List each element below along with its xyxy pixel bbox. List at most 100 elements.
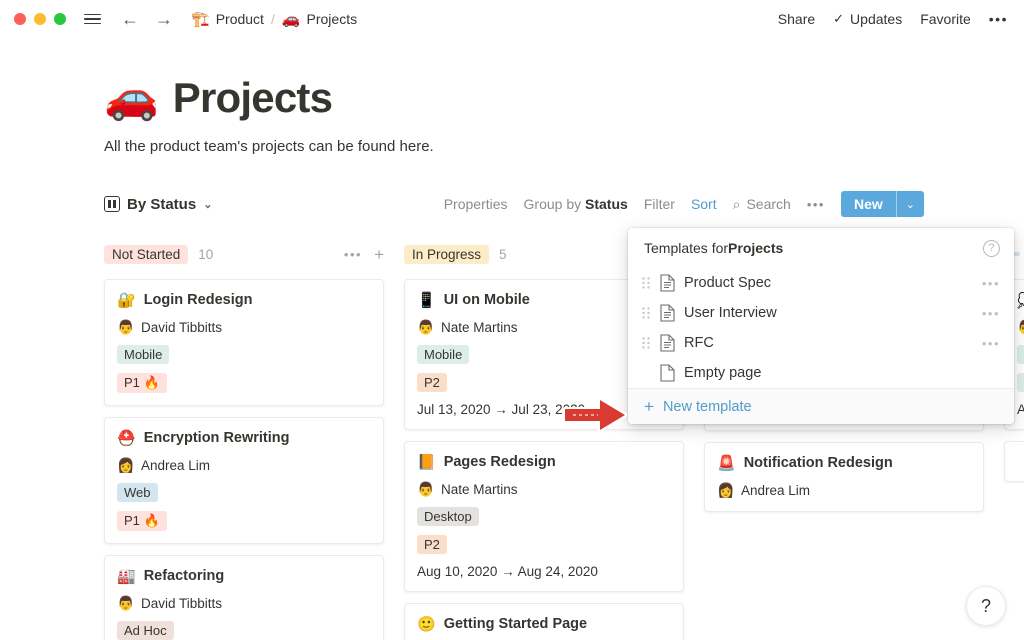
avatar: 👩 xyxy=(717,482,733,499)
filter-button[interactable]: Filter xyxy=(644,196,675,212)
new-button[interactable]: New xyxy=(841,191,896,217)
column-more-icon[interactable]: ••• xyxy=(344,247,362,262)
breadcrumb-item-projects[interactable]: 🚗 Projects xyxy=(282,10,357,28)
templates-popup: Templates for Projects ? Product Spec •••… xyxy=(628,228,1014,424)
breadcrumb-separator: / xyxy=(270,11,276,27)
column-add-card-icon[interactable]: + xyxy=(374,246,384,263)
card-tag[interactable]: Mobile xyxy=(417,345,469,364)
page-emoji-car-icon[interactable]: 🚗 xyxy=(104,76,159,120)
breadcrumb-item-product[interactable]: 🏗️ Product xyxy=(191,10,264,28)
card-tag[interactable]: P2 xyxy=(417,535,447,554)
sort-button[interactable]: Sort xyxy=(691,196,717,212)
kanban-card[interactable]: ⛑️ Encryption Rewriting 👩Andrea Lim Web P1 🔥 xyxy=(104,417,384,544)
templates-popup-header: Templates for Projects ? xyxy=(628,228,1014,268)
card-tag[interactable]: P1 🔥 xyxy=(117,373,167,393)
updates-label: Updates xyxy=(850,11,902,27)
drag-handle-icon[interactable] xyxy=(638,307,654,319)
nav-arrows: ← → xyxy=(121,10,173,28)
card-emoji-icon: 📱 xyxy=(417,291,436,309)
document-icon xyxy=(654,274,680,292)
card-title: 💭C xyxy=(1017,291,1024,309)
card-title: 🚨Notification Redesign xyxy=(717,454,971,472)
search-button[interactable]: ⌕ Search xyxy=(733,196,791,213)
card-tag[interactable]: Desktop xyxy=(417,507,479,526)
kanban-card[interactable]: 🏭Refactoring👨David TibbittsAd HocP1 🔥 xyxy=(104,555,384,640)
card-tag[interactable]: P1 🔥 xyxy=(117,511,167,531)
card-tag[interactable]: P4 xyxy=(1017,373,1024,392)
card-tag[interactable]: Mobile xyxy=(117,345,169,364)
column-status-chip[interactable]: Not Started xyxy=(104,245,188,264)
toolbar-actions: Properties Group by Status Filter Sort ⌕… xyxy=(444,191,924,217)
card-date-range: Aug 10, 2020 → Aug 24, 2020 xyxy=(417,564,671,579)
more-options-icon[interactable]: ••• xyxy=(989,11,1008,27)
back-arrow-icon[interactable]: ← xyxy=(121,10,139,28)
kanban-card[interactable]: N xyxy=(1004,441,1024,482)
share-button[interactable]: Share xyxy=(778,11,815,27)
card-emoji-icon: ⛑️ xyxy=(117,429,136,447)
page-header: 🚗 Projects All the product team's projec… xyxy=(0,38,1024,155)
card-assignee-name: David Tibbitts xyxy=(141,320,222,335)
card-assignee: 👨S xyxy=(1017,319,1024,336)
kanban-card[interactable]: 📙Pages Redesign👨Nate MartinsDesktopP2Aug… xyxy=(404,441,684,592)
board-view-icon xyxy=(104,196,120,212)
drag-handle-icon[interactable] xyxy=(638,277,654,289)
template-item[interactable]: User Interview ••• xyxy=(628,298,1014,328)
card-emoji-icon: 🙂 xyxy=(417,615,436,633)
view-tab-by-status[interactable]: By Status ⌄ xyxy=(104,196,212,213)
kanban-card[interactable]: 🔐Login Redesign 👨 David Tibbitts Mobile P1 🔥 xyxy=(104,279,384,406)
kanban-card[interactable]: 🙂Getting Started Page👨David Tibbitts xyxy=(404,603,684,640)
blank-page-icon xyxy=(654,364,680,382)
group-by-value: Status xyxy=(585,196,628,212)
template-item[interactable]: Empty page xyxy=(628,358,1014,388)
help-floating-button[interactable]: ? xyxy=(966,586,1006,626)
column-card-count: 5 xyxy=(499,247,507,262)
card-tag[interactable]: Ad Hoc xyxy=(117,621,174,640)
avatar: 👨 xyxy=(117,595,133,612)
toolbar-more-icon[interactable]: ••• xyxy=(807,197,825,212)
new-template-button[interactable]: + New template xyxy=(628,388,1014,424)
card-title-text: UI on Mobile xyxy=(444,292,530,308)
zoom-window-icon[interactable] xyxy=(54,13,66,25)
card-assignee: 👩Andrea Lim xyxy=(117,457,371,474)
breadcrumb-label-projects: Projects xyxy=(307,11,358,27)
card-title: 🔐Login Redesign xyxy=(117,291,371,309)
kanban-column: Not Started10•••+🔐Login Redesign👨David T… xyxy=(104,241,384,640)
template-item[interactable]: Product Spec ••• xyxy=(628,268,1014,298)
favorite-button[interactable]: Favorite xyxy=(920,11,971,27)
forward-arrow-icon[interactable]: → xyxy=(155,10,173,28)
car-icon: 🚗 xyxy=(282,10,301,28)
template-item-more-icon[interactable]: ••• xyxy=(982,276,1000,291)
card-tag[interactable]: P2 xyxy=(417,373,447,392)
card-tag-row: P1 🔥 xyxy=(117,373,371,393)
templates-popup-title-prefix: Templates for xyxy=(644,240,728,256)
column-status-chip[interactable]: In Progress xyxy=(404,245,489,264)
card-assignee: 👨David Tibbitts xyxy=(117,595,371,612)
hamburger-menu-icon[interactable] xyxy=(84,14,101,25)
card-title-text: Encryption Rewriting xyxy=(144,430,290,446)
card-tag-row: Ad Hoc xyxy=(117,621,371,640)
card-tag[interactable]: Mob xyxy=(1017,345,1024,364)
card-tag[interactable]: Web xyxy=(117,483,158,502)
avatar: 👨 xyxy=(117,319,133,336)
properties-button[interactable]: Properties xyxy=(444,196,508,212)
template-item-more-icon[interactable]: ••• xyxy=(982,336,1000,351)
card-assignee-name: Nate Martins xyxy=(441,320,518,335)
document-icon xyxy=(654,334,680,352)
drag-handle-icon[interactable] xyxy=(638,337,654,349)
close-window-icon[interactable] xyxy=(14,13,26,25)
minimize-window-icon[interactable] xyxy=(34,13,46,25)
help-icon[interactable]: ? xyxy=(983,240,1000,257)
template-item-more-icon[interactable]: ••• xyxy=(982,306,1000,321)
breadcrumb: 🏗️ Product / 🚗 Projects xyxy=(191,10,357,28)
new-button-dropdown-icon[interactable]: ⌄ xyxy=(897,191,924,217)
template-item-label: Product Spec xyxy=(684,275,771,291)
group-by-button[interactable]: Group by Status xyxy=(524,196,628,212)
template-item[interactable]: RFC••• xyxy=(628,328,1014,358)
updates-button[interactable]: ✓ Updates xyxy=(833,11,902,27)
template-item-label: User Interview xyxy=(684,305,777,321)
avatar: 👨 xyxy=(1017,319,1024,336)
card-emoji-icon: 📙 xyxy=(417,453,436,471)
column-actions: ••• + xyxy=(344,246,384,263)
page-title: 🚗 Projects xyxy=(104,74,1024,122)
kanban-card[interactable]: 🚨Notification Redesign👩Andrea Lim xyxy=(704,442,984,512)
